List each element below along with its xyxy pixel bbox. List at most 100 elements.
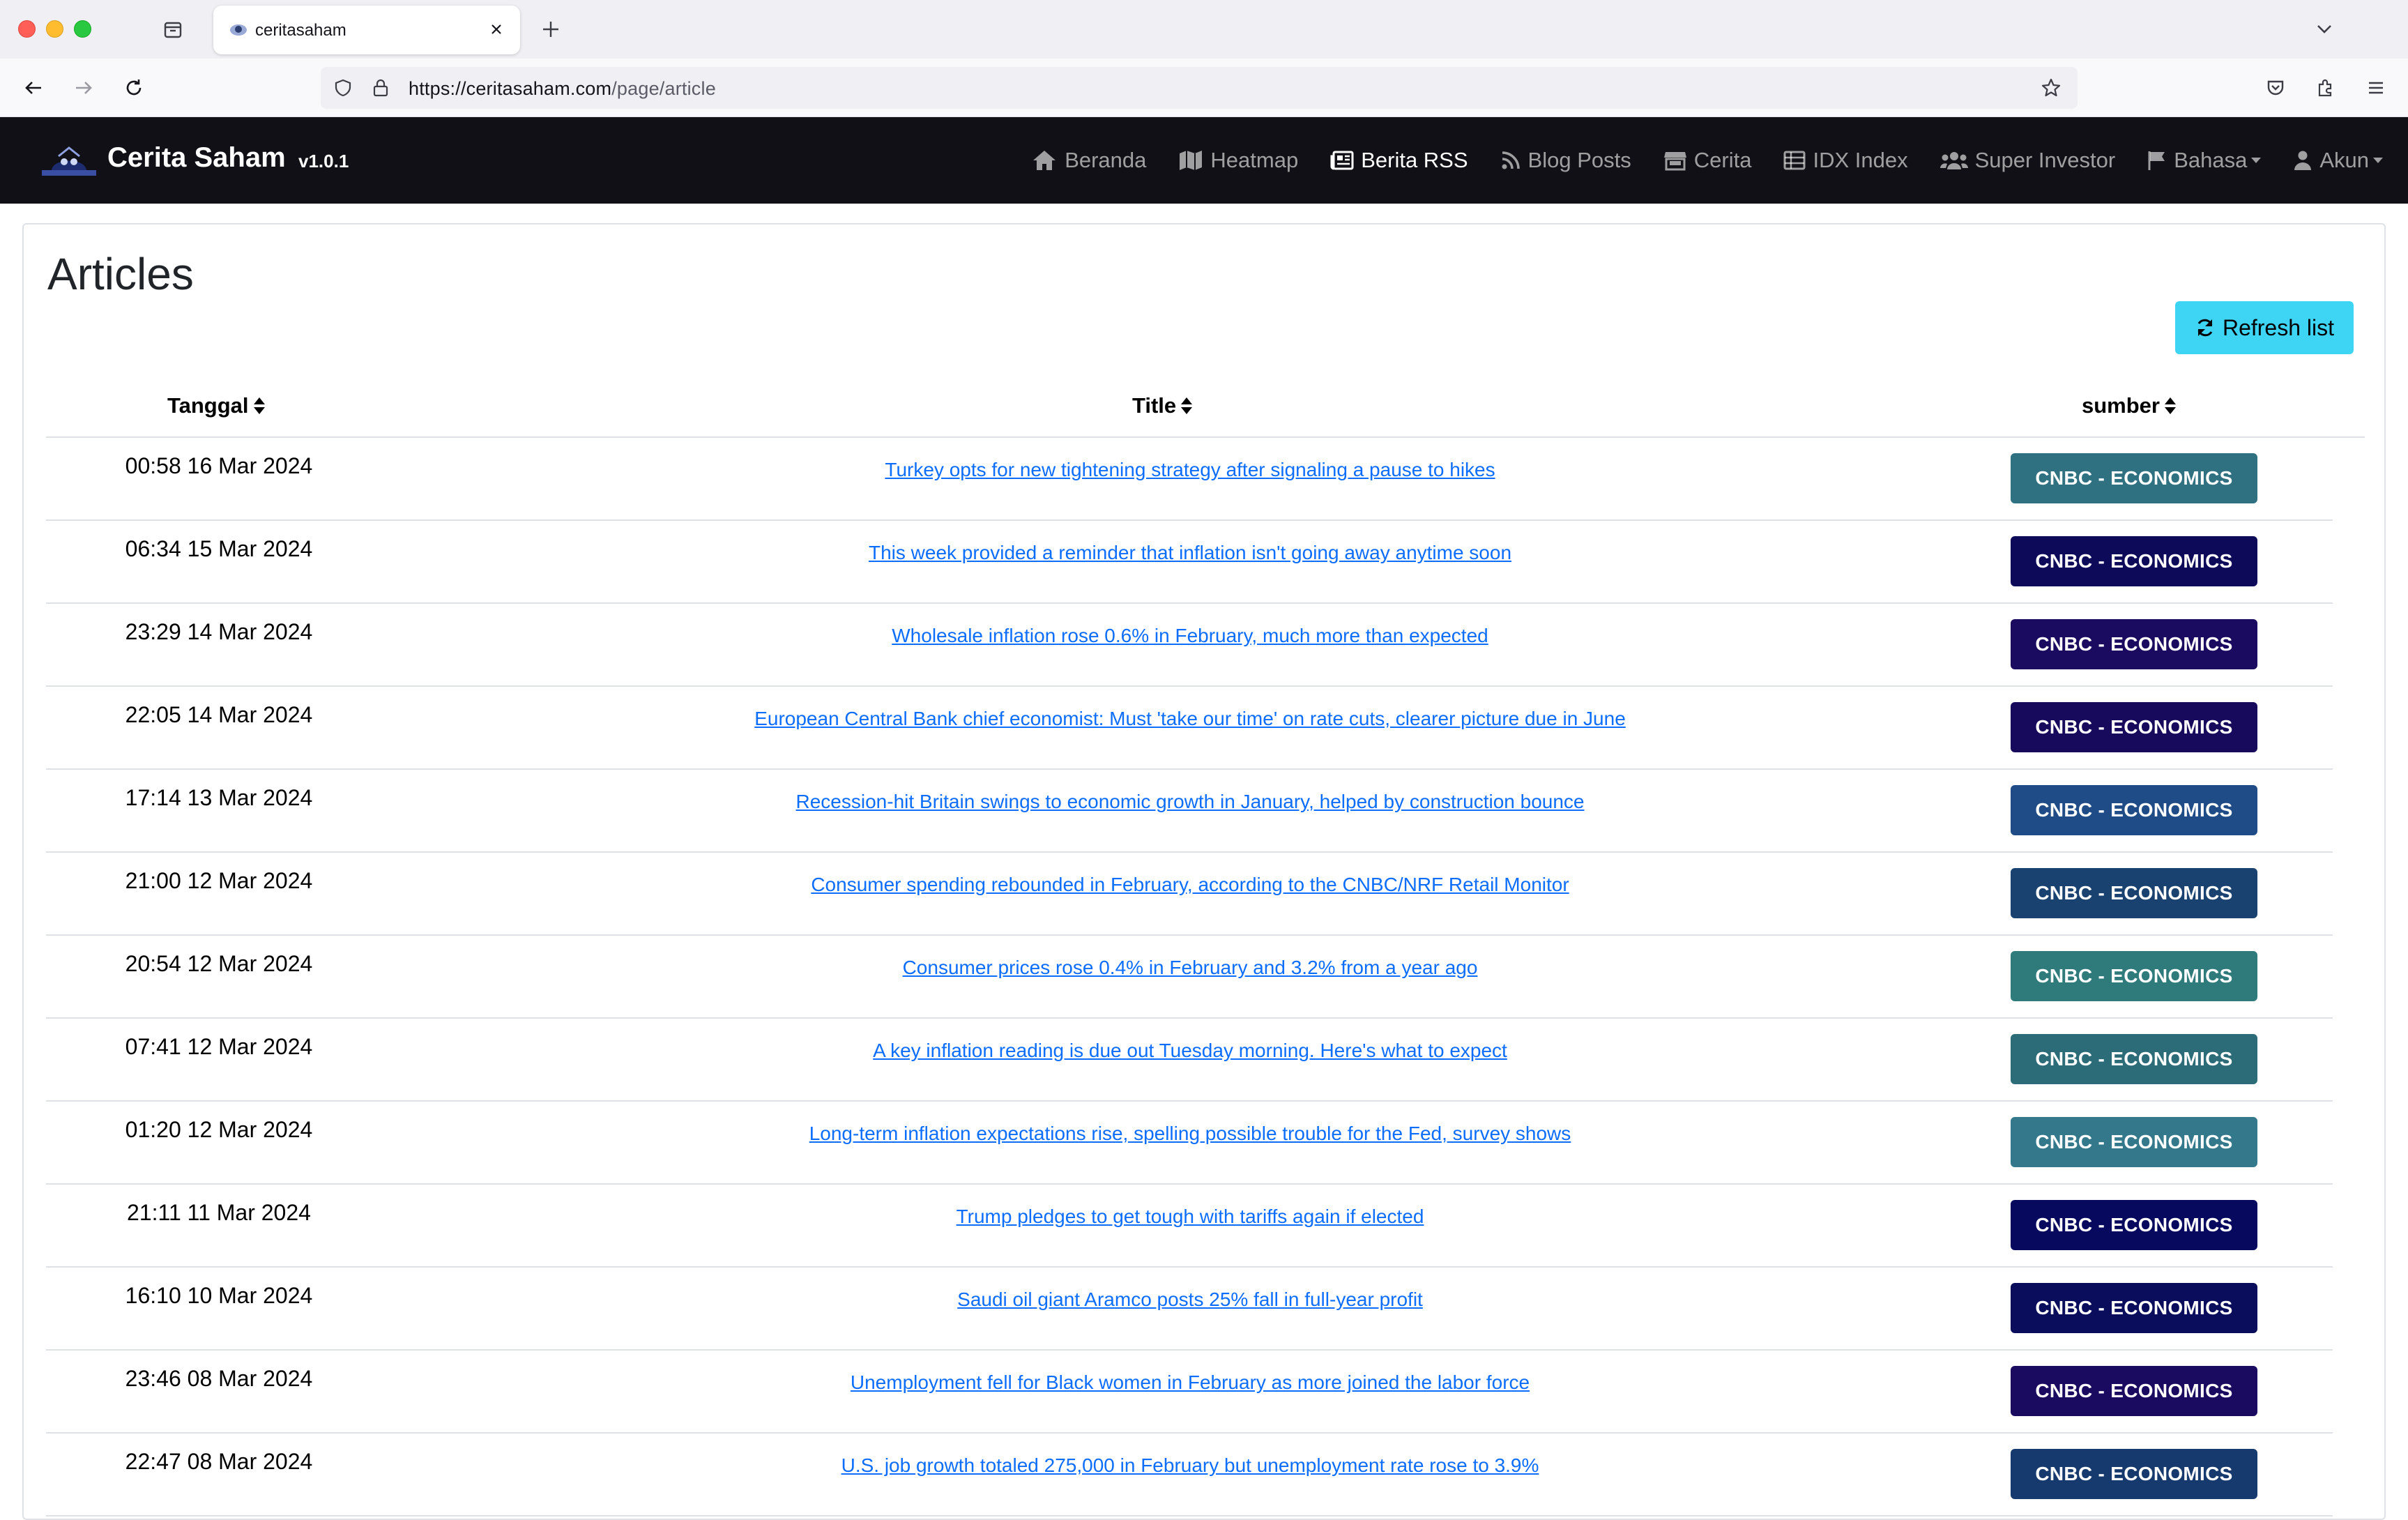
article-title-link[interactable]: U.S. job growth totaled 275,000 in Febru… [841, 1454, 1539, 1476]
lock-icon[interactable] [369, 77, 392, 99]
articles-card: Articles Refresh list Tanggal Title sumb… [22, 223, 2386, 1520]
page-title: Articles [47, 249, 194, 299]
nav-item-berita-rss[interactable]: Berita RSS [1330, 148, 1468, 173]
article-title-link[interactable]: Turkey opts for new tightening strategy … [885, 459, 1495, 480]
nav-item-akun-dropdown[interactable]: Akun [2293, 148, 2383, 173]
source-badge[interactable]: CNBC - ECONOMICS [2011, 1283, 2257, 1333]
brand-name[interactable]: Cerita Saham [107, 142, 286, 174]
main-nav: Beranda Heatmap Berita RSS Blog Posts Ce… [999, 117, 2383, 204]
nav-label: Super Investor [1974, 148, 2116, 172]
article-date: 22:47 08 Mar 2024 [125, 1449, 313, 1474]
brand-logo-icon[interactable] [38, 142, 100, 180]
column-header-title[interactable]: Title [1132, 393, 1193, 418]
nav-label: IDX Index [1813, 148, 1908, 172]
nav-label: Heatmap [1210, 148, 1299, 172]
article-title-link[interactable]: Unemployment fell for Black women in Feb… [851, 1371, 1530, 1393]
table-row: 16:10 10 Mar 2024 Saudi oil giant Aramco… [46, 1268, 2333, 1351]
bookmark-star-icon[interactable] [2039, 75, 2064, 100]
article-date: 23:29 14 Mar 2024 [125, 619, 313, 644]
article-date: 16:10 10 Mar 2024 [125, 1283, 313, 1308]
article-date: 23:46 08 Mar 2024 [125, 1366, 313, 1391]
store-icon [1663, 152, 1686, 171]
new-tab-icon[interactable] [537, 15, 565, 43]
nav-item-cerita[interactable]: Cerita [1663, 148, 1752, 173]
source-badge[interactable]: CNBC - ECONOMICS [2011, 951, 2257, 1001]
table-row: 22:47 08 Mar 2024 U.S. job growth totale… [46, 1434, 2333, 1517]
article-title-link[interactable]: Consumer spending rebounded in February,… [811, 874, 1569, 895]
chevron-down-icon [2251, 158, 2262, 163]
close-window-button[interactable] [18, 20, 36, 38]
table-row: 07:41 12 Mar 2024 A key inflation readin… [46, 1019, 2333, 1102]
table-row: 17:14 13 Mar 2024 Recession-hit Britain … [46, 770, 2333, 853]
source-badge[interactable]: CNBC - ECONOMICS [2011, 1366, 2257, 1416]
source-badge[interactable]: CNBC - ECONOMICS [2011, 453, 2257, 503]
nav-item-idx-index[interactable]: IDX Index [1783, 148, 1908, 173]
home-icon [1033, 151, 1056, 170]
nav-item-bahasa-dropdown[interactable]: Bahasa [2147, 148, 2262, 173]
article-date: 21:00 12 Mar 2024 [125, 868, 313, 893]
article-date: 01:20 12 Mar 2024 [125, 1117, 313, 1142]
articles-table-body: 00:58 16 Mar 2024 Turkey opts for new ti… [46, 438, 2333, 1517]
reload-icon[interactable] [119, 73, 149, 103]
nav-label: Blog Posts [1527, 148, 1631, 172]
table-row: 20:54 12 Mar 2024 Consumer prices rose 0… [46, 936, 2333, 1019]
sort-icon [253, 397, 265, 414]
tab-groups-icon[interactable] [159, 15, 187, 43]
url-text[interactable]: https://ceritasaham.com/page/article [409, 78, 716, 100]
address-bar[interactable]: https://ceritasaham.com/page/article [321, 67, 2078, 109]
article-title-link[interactable]: Trump pledges to get tough with tariffs … [957, 1206, 1424, 1227]
pocket-icon[interactable] [2262, 74, 2289, 102]
list-all-tabs-icon[interactable] [2310, 15, 2338, 43]
nav-label: Akun [2319, 148, 2369, 172]
source-badge[interactable]: CNBC - ECONOMICS [2011, 1449, 2257, 1499]
tracking-protection-shield-icon[interactable] [332, 77, 354, 99]
extensions-icon[interactable] [2312, 74, 2340, 102]
app-version: v1.0.1 [298, 151, 349, 172]
refresh-list-button[interactable]: Refresh list [2175, 301, 2354, 354]
article-title-link[interactable]: This week provided a reminder that infla… [869, 542, 1511, 563]
nav-label: Berita RSS [1361, 148, 1468, 172]
article-title-link[interactable]: Recession-hit Britain swings to economic… [796, 791, 1585, 812]
menu-hamburger-icon[interactable] [2362, 74, 2390, 102]
source-badge[interactable]: CNBC - ECONOMICS [2011, 1200, 2257, 1250]
source-badge[interactable]: CNBC - ECONOMICS [2011, 1117, 2257, 1167]
nav-label: Beranda [1065, 148, 1147, 172]
users-icon [1940, 152, 1968, 169]
article-title-link[interactable]: Long-term inflation expectations rise, s… [809, 1123, 1571, 1144]
article-title-link[interactable]: Saudi oil giant Aramco posts 25% fall in… [957, 1289, 1423, 1310]
article-title-link[interactable]: Wholesale inflation rose 0.6% in Februar… [892, 625, 1488, 646]
source-badge[interactable]: CNBC - ECONOMICS [2011, 619, 2257, 669]
source-badge[interactable]: CNBC - ECONOMICS [2011, 868, 2257, 918]
browser-tab-active[interactable]: ceritasaham [213, 6, 520, 54]
table-row: 00:58 16 Mar 2024 Turkey opts for new ti… [46, 438, 2333, 521]
close-tab-icon[interactable] [485, 18, 508, 40]
table-header: Tanggal Title sumber [46, 372, 2365, 438]
nav-item-heatmap[interactable]: Heatmap [1178, 148, 1298, 173]
table-row: 06:34 15 Mar 2024 This week provided a r… [46, 521, 2333, 604]
table-row: 01:20 12 Mar 2024 Long-term inflation ex… [46, 1102, 2333, 1185]
source-badge[interactable]: CNBC - ECONOMICS [2011, 1034, 2257, 1084]
source-badge[interactable]: CNBC - ECONOMICS [2011, 702, 2257, 752]
tab-title: ceritasaham [255, 21, 346, 40]
article-date: 21:11 11 Mar 2024 [127, 1200, 311, 1225]
nav-item-blog-posts[interactable]: Blog Posts [1500, 148, 1631, 173]
article-title-link[interactable]: European Central Bank chief economist: M… [754, 708, 1626, 729]
browser-tab-bar: ceritasaham [0, 0, 2408, 59]
column-header-tanggal[interactable]: Tanggal [167, 393, 266, 418]
article-title-link[interactable]: Consumer prices rose 0.4% in February an… [903, 957, 1478, 978]
maximize-window-button[interactable] [74, 20, 91, 38]
nav-label: Cerita [1693, 148, 1752, 172]
table-row: 22:05 14 Mar 2024 European Central Bank … [46, 687, 2333, 770]
back-icon[interactable] [18, 73, 49, 103]
app-navbar: Cerita Saham v1.0.1 Beranda Heatmap Beri… [0, 117, 2408, 204]
nav-item-beranda[interactable]: Beranda [1031, 148, 1146, 173]
forward-icon[interactable] [68, 73, 99, 103]
minimize-window-button[interactable] [46, 20, 63, 38]
table-row: 21:11 11 Mar 2024 Trump pledges to get t… [46, 1185, 2333, 1268]
nav-item-super-investor[interactable]: Super Investor [1940, 148, 2116, 173]
source-badge[interactable]: CNBC - ECONOMICS [2011, 785, 2257, 835]
column-header-sumber[interactable]: sumber [2082, 393, 2177, 418]
article-date: 00:58 16 Mar 2024 [125, 453, 313, 478]
article-title-link[interactable]: A key inflation reading is due out Tuesd… [873, 1040, 1507, 1061]
source-badge[interactable]: CNBC - ECONOMICS [2011, 536, 2257, 586]
